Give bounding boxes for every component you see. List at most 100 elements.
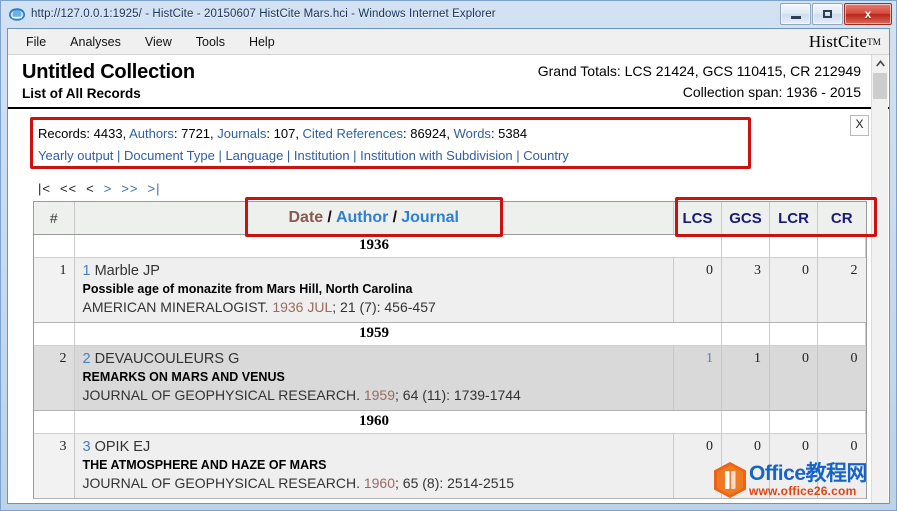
records-table-body: 1936 1 1 Marble JP Possible age of monazite… (34, 234, 866, 499)
restore-icon (823, 10, 832, 18)
pager-next[interactable]: > (104, 181, 113, 196)
year-row-gcs-cell (721, 322, 770, 346)
column-header-lcs[interactable]: LCS (673, 202, 722, 235)
records-table: # Date / Author / Journal LCS GCS LCR CR… (34, 202, 866, 499)
menu-item-analyses[interactable]: Analyses (58, 32, 133, 52)
stat-text-1: 4433 (93, 126, 123, 141)
grand-totals-text: Grand Totals: LCS 21424, GCS 110415, CR … (537, 63, 861, 79)
stat-text-4: : 7721, (173, 126, 218, 141)
record-detail-cell: 1 Marble JP Possible age of monazite from… (74, 257, 674, 323)
report-link-yearly-output[interactable]: Yearly output (38, 148, 113, 163)
stat-link-cited-references[interactable]: Cited References (303, 126, 403, 141)
records-table-container: # Date / Author / Journal LCS GCS LCR CR… (33, 201, 867, 499)
record-journal-name: JOURNAL OF GEOPHYSICAL RESEARCH. (82, 387, 364, 403)
record-title: Possible age of monazite from Mars Hill,… (82, 282, 413, 296)
window-controls: x (780, 3, 892, 25)
year-label: 1959 (74, 322, 674, 346)
records-table-header-row: # Date / Author / Journal LCS GCS LCR CR (34, 202, 866, 235)
report-link-institution-with-subdivision[interactable]: Institution with Subdivision (360, 148, 512, 163)
stat-link-authors[interactable]: Authors (129, 126, 174, 141)
record-source-line: JOURNAL OF GEOPHYSICAL RESEARCH. 1959; 6… (83, 386, 668, 405)
browser-window: http://127.0.0.1:1925/ - HistCite - 2015… (0, 0, 897, 511)
column-header-cr[interactable]: CR (817, 202, 866, 235)
minimize-button[interactable] (780, 3, 811, 25)
browser-client-area: File Analyses View Tools Help HistCite TM… (7, 28, 890, 504)
record-gcs-value: 3 (721, 257, 770, 323)
pagination-controls: |< << < > >> >| (38, 181, 889, 196)
record-author-name: OPIK EJ (90, 439, 151, 455)
vertical-scrollbar[interactable] (871, 55, 888, 503)
year-row-lcr-cell (769, 410, 818, 434)
collection-span-text: Collection span: 1936 - 2015 (682, 84, 861, 100)
collection-header: Untitled Collection List of All Records … (8, 55, 889, 109)
histcite-brand-logo: HistCite TM (809, 29, 881, 54)
pager-prev-block: << (59, 181, 78, 196)
stat-link-separator: | (512, 148, 524, 163)
scrollbar-thumb[interactable] (873, 73, 887, 99)
year-row-gcs-cell (721, 234, 770, 258)
table-row: 11 Marble JP Possible age of monazite fro… (34, 257, 866, 323)
record-cr-value: 0 (817, 433, 866, 499)
window-titlebar: http://127.0.0.1:1925/ - HistCite - 2015… (1, 1, 896, 27)
scroll-up-arrow-icon[interactable] (872, 55, 888, 71)
report-link-country[interactable]: Country (523, 148, 569, 163)
statistics-links-line: Yearly output | Document Type | Language… (38, 145, 859, 167)
sort-link-journal[interactable]: Journal (401, 209, 459, 226)
record-lcr-value: 0 (769, 433, 818, 499)
menu-item-help[interactable]: Help (237, 32, 287, 52)
year-row-cr-cell (817, 234, 866, 258)
record-lcs-link[interactable]: 1 (706, 351, 713, 366)
menu-item-tools[interactable]: Tools (184, 32, 237, 52)
application-menubar: File Analyses View Tools Help HistCite TM (8, 29, 889, 55)
restore-button[interactable] (812, 3, 843, 25)
close-icon: x (864, 7, 872, 21)
record-detail-cell: 3 OPIK EJ THE ATMOSPHERE AND HAZE OF MARS… (74, 433, 674, 499)
record-detail-cell: 2 DEVAUCOULEURS G REMARKS ON MARS AND VEN… (74, 345, 674, 411)
report-link-institution[interactable]: Institution (294, 148, 350, 163)
column-header-lcr[interactable]: LCR (769, 202, 818, 235)
column-header-gcs[interactable]: GCS (721, 202, 770, 235)
stat-link-words[interactable]: Words (454, 126, 491, 141)
close-button[interactable]: x (844, 3, 892, 25)
pager-prev: < (86, 181, 95, 196)
record-row-number: 3 (34, 433, 75, 499)
report-link-document-type[interactable]: Document Type (124, 148, 215, 163)
year-row-lcs-cell (673, 410, 722, 434)
sort-link-date[interactable]: Date (288, 209, 323, 226)
record-source-line: AMERICAN MINERALOGIST. 1936 JUL; 21 (7):… (83, 298, 668, 317)
record-index-link[interactable]: 1 (83, 263, 91, 279)
year-row-gcs-cell (721, 410, 770, 434)
stat-text-10: : 5384 (490, 126, 528, 141)
record-index-link[interactable]: 2 (83, 351, 91, 367)
record-row-number: 2 (34, 345, 75, 411)
stat-text-6: : 107, (266, 126, 303, 141)
sort-link-author[interactable]: Author (336, 209, 388, 226)
stat-link-separator: | (214, 148, 226, 163)
report-link-language[interactable]: Language (225, 148, 283, 163)
histcite-page: Untitled Collection List of All Records … (8, 55, 889, 503)
year-row-number-cell (34, 234, 75, 258)
record-journal-name: AMERICAN MINERALOGIST. (82, 299, 273, 315)
year-row-lcr-cell (769, 322, 818, 346)
record-gcs-value: 1 (721, 345, 770, 411)
sort-separator-2: / (392, 209, 398, 226)
year-separator-row: 1936 (34, 234, 866, 258)
record-publication-year: 1960 (363, 475, 396, 491)
statistics-counts-line: Records: 4433, Authors: 7721, Journals: … (38, 123, 859, 145)
record-gcs-value: 0 (721, 433, 770, 499)
pager-next-block[interactable]: >> (121, 181, 138, 196)
record-lcr-value: 0 (769, 345, 818, 411)
record-index-link[interactable]: 3 (83, 439, 91, 455)
stat-link-journals[interactable]: Journals (217, 126, 266, 141)
pager-last[interactable]: >| (148, 181, 161, 196)
record-volume-pages: ; 21 (7): 456-457 (332, 299, 436, 315)
record-volume-pages: ; 65 (8): 2514-2515 (395, 475, 515, 491)
year-label: 1960 (74, 410, 674, 434)
record-lcs-value[interactable]: 1 (673, 345, 722, 411)
menu-item-view[interactable]: View (133, 32, 184, 52)
record-cr-value: 2 (817, 257, 866, 323)
year-row-lcr-cell (769, 234, 818, 258)
record-author-name: DEVAUCOULEURS G (90, 351, 240, 367)
close-panel-button[interactable]: X (850, 115, 869, 136)
menu-item-file[interactable]: File (14, 32, 58, 52)
